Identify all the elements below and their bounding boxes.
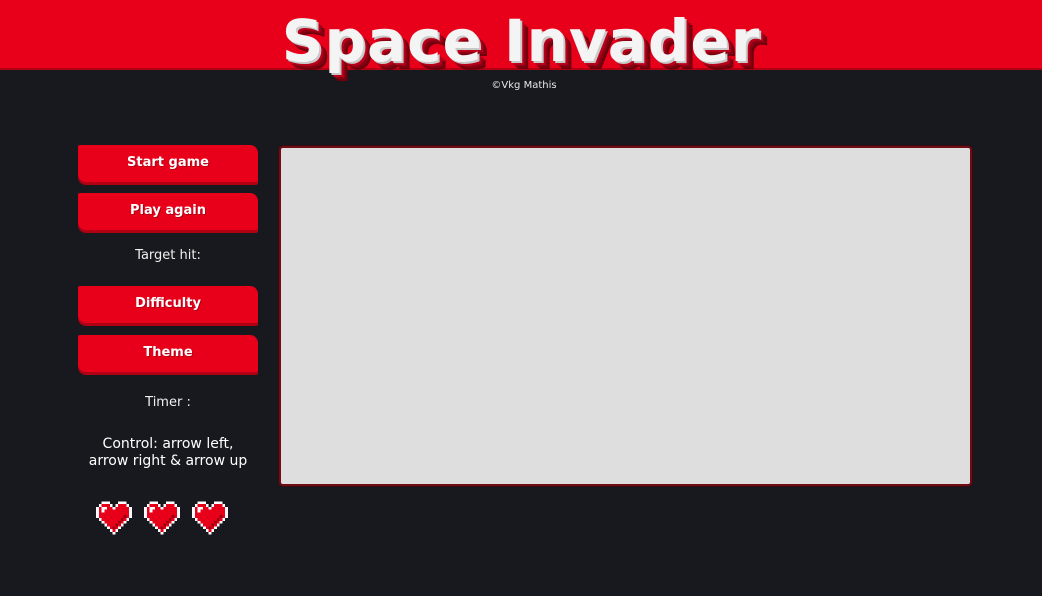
heart-icon	[96, 501, 132, 535]
copyright-text: ©Vkg Mathis	[491, 80, 557, 91]
difficulty-button[interactable]: Difficulty	[78, 286, 258, 323]
target-hit-label: Target hit:	[135, 248, 201, 263]
start-game-button[interactable]: Start game	[78, 145, 258, 182]
lives-display	[96, 500, 236, 540]
control-line-2: arrow right & arrow up	[88, 453, 248, 469]
play-again-button[interactable]: Play again	[78, 193, 258, 230]
game-canvas[interactable]	[279, 146, 972, 486]
theme-button[interactable]: Theme	[78, 335, 258, 372]
heart-icon	[144, 501, 180, 535]
heart-icon	[192, 501, 228, 535]
page-title: Space Invader	[281, 7, 761, 75]
control-instructions: Control: arrow left, arrow right & arrow…	[72, 436, 264, 470]
control-line-1: Control: arrow left,	[102, 436, 234, 452]
timer-label: Timer :	[145, 395, 191, 410]
